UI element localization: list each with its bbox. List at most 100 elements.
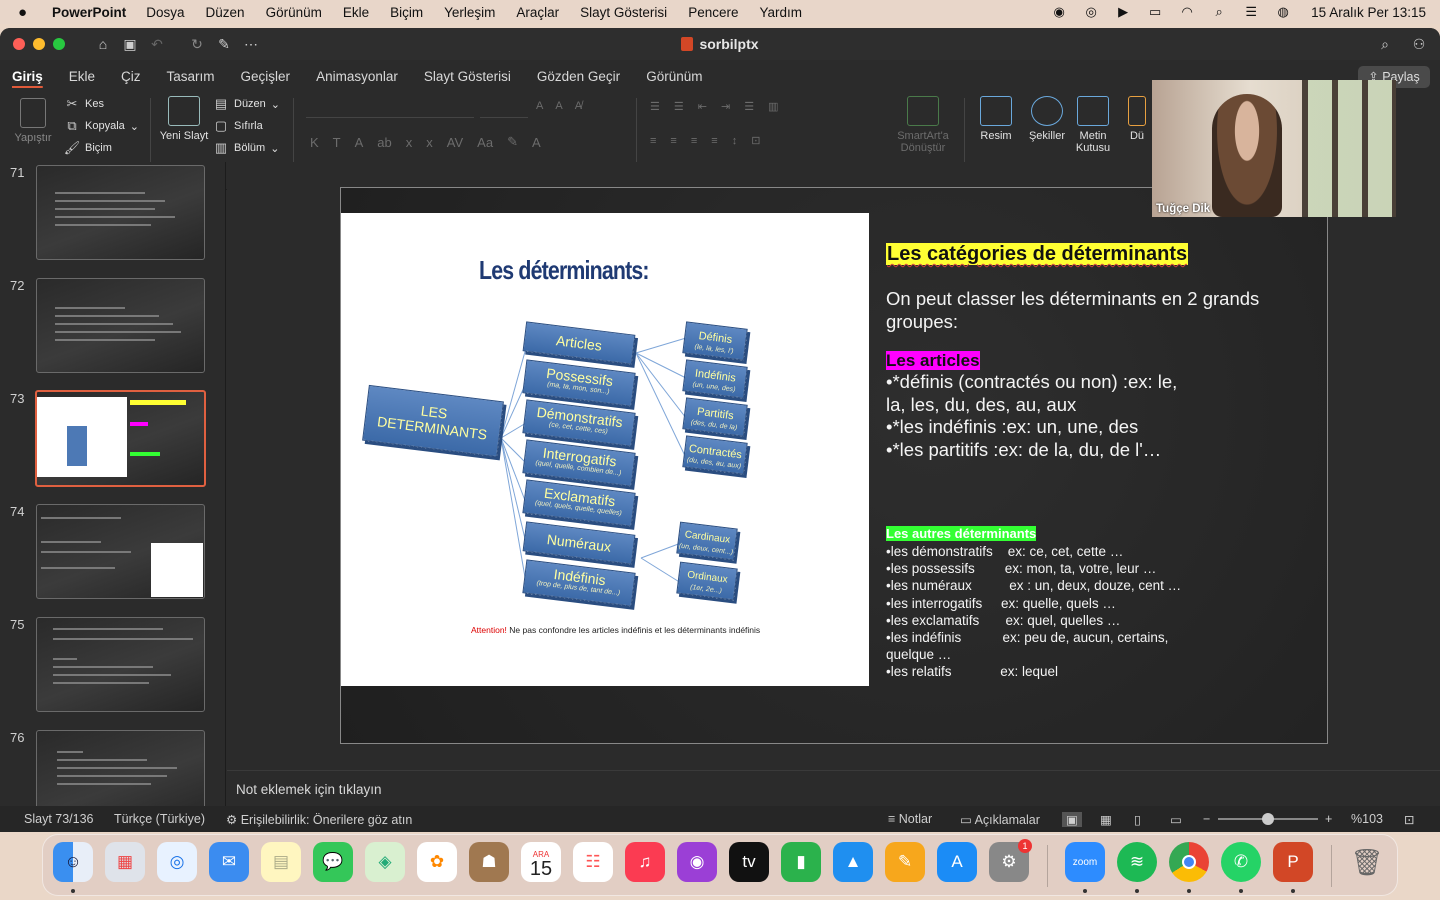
numbering-icon[interactable]: ☰ [674,100,684,113]
line-spacing-icon[interactable]: ☰ [744,100,754,113]
bullets-icon[interactable]: ☰ [650,100,660,113]
menu-gorunum[interactable]: Görünüm [266,5,322,20]
zoom-out-button[interactable]: − [1203,812,1210,826]
battery-icon[interactable]: ▭ [1147,4,1163,20]
shapes-button[interactable]: Şekiller [1024,96,1070,142]
menu-slayt-gosterisi[interactable]: Slayt Gösterisi [580,5,667,20]
whatsapp-icon[interactable]: ✆ [1221,842,1261,882]
align-text-icon[interactable]: ⊡ [751,134,760,147]
system-settings-icon[interactable]: ⚙ 1 [989,839,1032,882]
superscript-icon[interactable]: x [426,135,433,150]
zoom-slider-knob[interactable] [1262,813,1274,825]
determinants-diagram-image[interactable]: Les déterminants: LES DETERMINANTS Artic… [341,213,869,686]
slide-editor-canvas[interactable]: Les déterminants: LES DETERMINANTS Artic… [227,162,1440,770]
menu-yardim[interactable]: Yardım [759,5,802,20]
app-store-icon[interactable]: A [937,842,977,882]
launchpad-icon[interactable]: ▦ [105,842,145,882]
safari-icon[interactable]: ◎ [157,842,197,882]
slide-sorter-button[interactable]: ▦ [1100,812,1112,827]
section-button[interactable]: ▥ Bölüm ⌄ [213,140,280,156]
pages-icon[interactable]: ✎ [885,842,925,882]
thumbnail-row-74[interactable]: 74 [0,504,225,600]
layout-button[interactable]: ▤ Düzen ⌄ [213,96,280,112]
tab-gozden-gecir[interactable]: Gözden Geçir [537,69,620,84]
comments-toggle[interactable]: ▭ Açıklamalar [960,812,1040,827]
thumbnail-row-72[interactable]: 72 [0,278,225,374]
thumbnail-row-76[interactable]: 76 [0,730,225,806]
clear-format-icon[interactable]: A̸ [575,100,582,112]
trash-icon[interactable]: 🗑 [1347,842,1387,882]
zoom-in-button[interactable]: + [1325,812,1332,826]
grammarly-icon[interactable]: ◉ [1051,4,1067,20]
decrease-indent-icon[interactable]: ⇤ [698,100,707,113]
subscript-icon[interactable]: x [406,135,413,150]
finder-icon[interactable]: ☺ [53,842,93,882]
decrease-font-icon[interactable]: A [555,100,562,112]
control-center-icon[interactable]: ☰ [1243,4,1259,20]
messages-icon[interactable]: 💬 [313,842,353,882]
menu-ekle[interactable]: Ekle [343,5,369,20]
apple-menu-icon[interactable]: ● [18,4,38,21]
search-icon[interactable]: ⌕ [1376,35,1394,53]
tab-ciz[interactable]: Çiz [121,69,141,84]
text-direction-icon[interactable]: ↕ [732,135,738,147]
highlight-icon[interactable]: ✎ [507,134,518,150]
textbox-button[interactable]: Metin Kutusu [1072,96,1114,154]
paste-button[interactable]: Yapıştır [10,98,56,144]
tab-ekle[interactable]: Ekle [69,69,95,84]
menu-clock[interactable]: 15 Aralık Per 13:15 [1311,5,1426,20]
notes-app-icon[interactable]: ▤ [261,842,301,882]
increase-indent-icon[interactable]: ⇥ [721,100,730,113]
apple-tv-icon[interactable]: tv [729,842,769,882]
slideshow-button[interactable]: ▭ [1170,812,1182,827]
align-left-icon[interactable]: ≡ [650,135,656,147]
user-status-icon[interactable]: ◎ [1083,4,1099,20]
notes-toggle[interactable]: ≡ Notlar [888,812,932,826]
slide-thumbnail[interactable] [36,617,205,712]
podcasts-icon[interactable]: ◉ [677,842,717,882]
menu-duzen[interactable]: Düzen [206,5,245,20]
picture-button[interactable]: Resim [974,96,1018,142]
tab-animasyonlar[interactable]: Animasyonlar [316,69,398,84]
numbers-icon[interactable]: ▮ [781,842,821,882]
slide-thumbnail[interactable] [36,278,205,373]
reading-view-button[interactable]: ▯ [1134,812,1141,827]
slide-thumbnail[interactable] [36,165,205,260]
smartart-button[interactable]: SmartArt'a Dönüştür [892,96,954,154]
thumbnail-row-75[interactable]: 75 [0,617,225,713]
menu-pencere[interactable]: Pencere [688,5,738,20]
chrome-icon[interactable] [1169,842,1209,882]
strikethrough-icon[interactable]: ab [377,135,391,150]
webcam-video-overlay[interactable]: Tuğçe Dik [1152,80,1396,217]
share-profile-icon[interactable]: ⚇ [1410,35,1428,53]
calendar-icon[interactable]: ARA 15 [521,842,561,882]
spotify-icon[interactable]: ≋ [1117,842,1157,882]
font-size-field[interactable] [480,102,528,118]
cut-button[interactable]: ✂ Kes [64,96,104,112]
thumbnail-row-71[interactable]: 71 [0,165,225,261]
photos-icon[interactable]: ✿ [417,842,457,882]
normal-view-button[interactable]: ▣ [1062,812,1082,827]
accessibility-checker[interactable]: ⚙ Erişilebilirlik: Önerilere göz atın [226,812,412,827]
mail-icon[interactable]: ✉ [209,842,249,882]
reset-button[interactable]: ▢ Sıfırla [213,118,263,134]
increase-font-icon[interactable]: A [536,100,543,112]
fit-to-window-icon[interactable]: ⊡ [1404,812,1414,827]
font-name-field[interactable] [306,102,474,118]
tab-tasarim[interactable]: Tasarım [167,69,215,84]
notes-pane[interactable]: Not eklemek için tıklayın [227,770,1440,806]
align-right-icon[interactable]: ≡ [691,135,697,147]
format-painter-button[interactable]: 🖌 Biçim [64,140,112,156]
zoom-level[interactable]: %103 [1351,812,1383,826]
contacts-icon[interactable]: ☗ [469,842,509,882]
align-center-icon[interactable]: ≡ [670,135,676,147]
char-spacing-icon[interactable]: AV [447,135,463,150]
play-icon[interactable]: ▶ [1115,4,1131,20]
tab-gorunum[interactable]: Görünüm [646,69,702,84]
underline-icon[interactable]: A [355,135,364,150]
tab-giris[interactable]: Giriş [12,69,43,84]
slide-thumbnail[interactable] [36,730,205,806]
copy-button[interactable]: ⧉ Kopyala ⌄ [64,118,139,134]
slide-text-box[interactable]: Les catégories de déterminants On peut c… [886,243,1306,681]
italic-icon[interactable]: T [333,135,341,150]
